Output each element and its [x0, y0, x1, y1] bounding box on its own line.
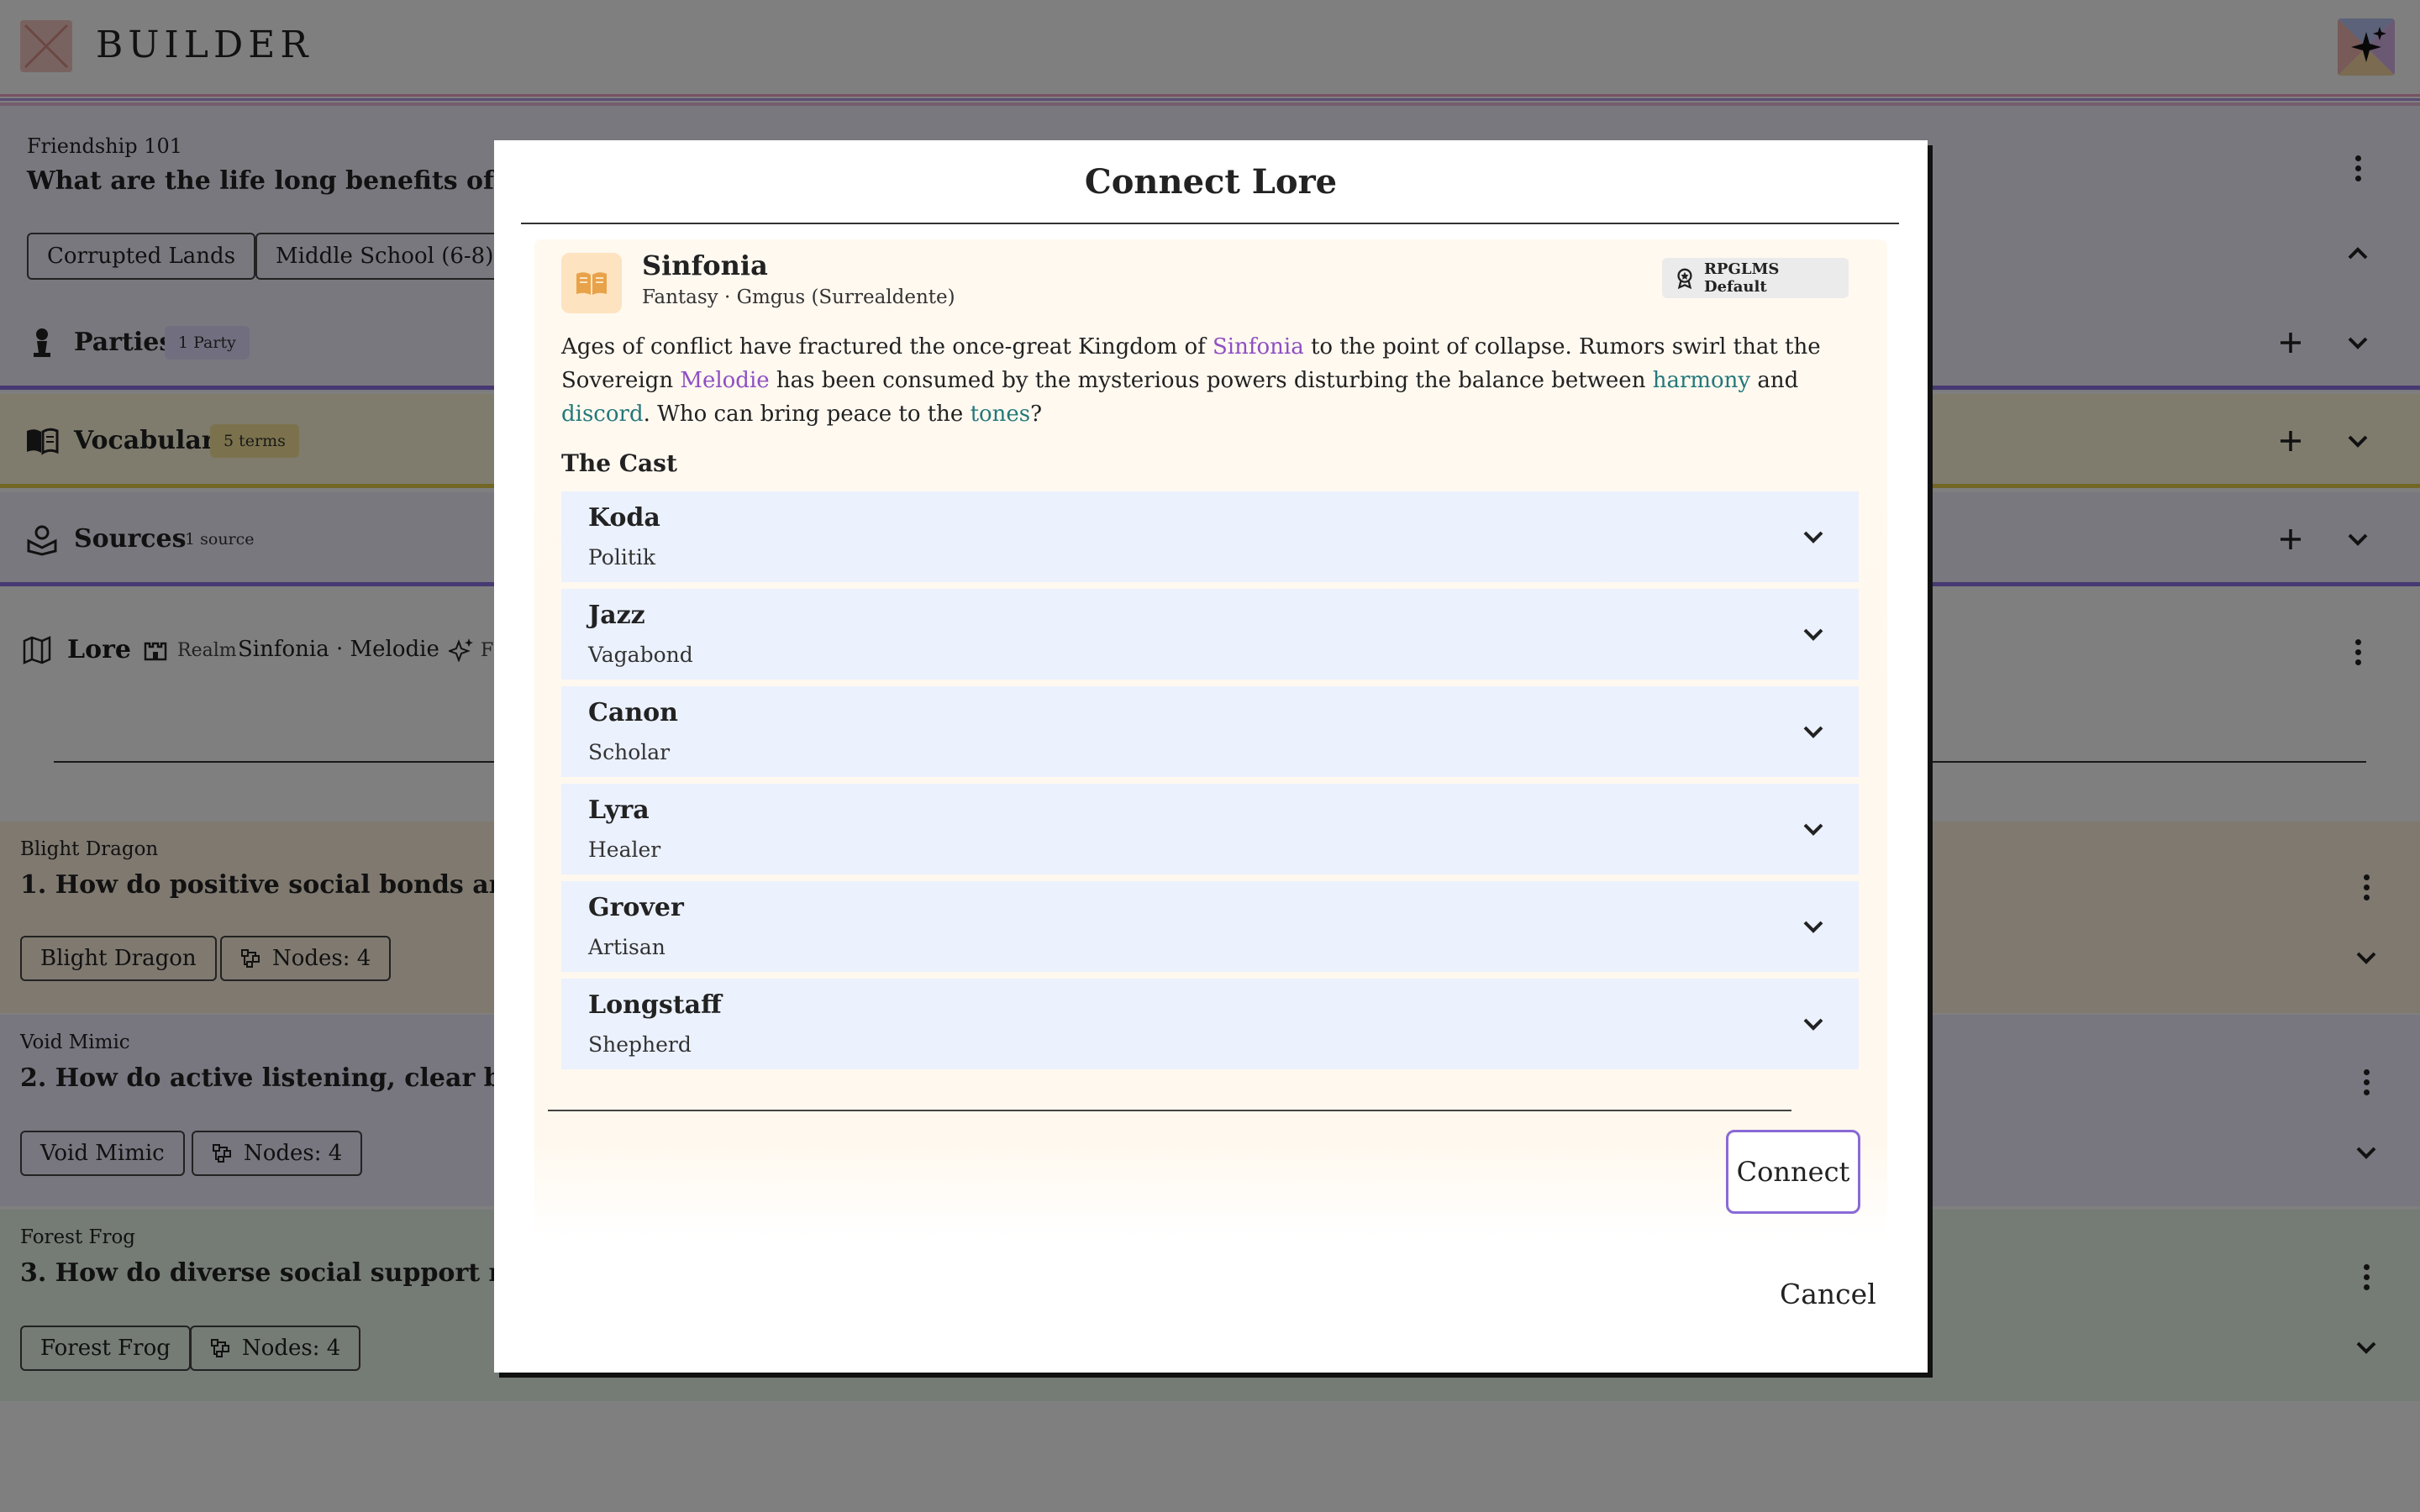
cast-member[interactable]: Jazz Vagabond [561, 589, 1859, 680]
dialog-title: Connect Lore [1084, 162, 1338, 202]
lore-book-icon [561, 253, 622, 313]
lore-meta: Fantasy · Gmgus (Surrealdente) [642, 286, 955, 308]
cast-member[interactable]: Longstaff Shepherd [561, 979, 1859, 1069]
connect-button[interactable]: Connect [1726, 1130, 1860, 1214]
connect-lore-dialog: Connect Lore Sinfonia Fantasy · Gmgus (S… [494, 140, 1928, 1373]
cast-member[interactable]: Lyra Healer [561, 784, 1859, 874]
default-badge: RPGLMS Default [1662, 258, 1849, 298]
award-icon [1677, 268, 1692, 290]
chevron-down-icon[interactable] [1797, 715, 1830, 748]
cast-member[interactable]: Canon Scholar [561, 686, 1859, 777]
lore-card: Sinfonia Fantasy · Gmgus (Surrealdente) … [534, 239, 1887, 1239]
lore-link-melodie[interactable]: Melodie [680, 368, 769, 393]
cast-name: Jazz [588, 601, 645, 630]
chevron-down-icon[interactable] [1797, 1007, 1830, 1041]
default-badge-label: RPGLMS Default [1703, 260, 1780, 296]
chevron-down-icon[interactable] [1797, 617, 1830, 651]
cast-member[interactable]: Koda Politik [561, 491, 1859, 582]
cast-name: Canon [588, 698, 678, 727]
cast-heading: The Cast [561, 449, 677, 477]
lore-link-tones[interactable]: tones [971, 402, 1031, 427]
lore-description: Ages of conflict have fractured the once… [561, 334, 1821, 427]
cast-member[interactable]: Grover Artisan [561, 881, 1859, 972]
lore-link-harmony[interactable]: harmony [1653, 368, 1750, 393]
cancel-button[interactable]: Cancel [1780, 1278, 1876, 1310]
cast-name: Longstaff [588, 990, 722, 1020]
cast-name: Lyra [588, 795, 650, 825]
cast-name: Koda [588, 503, 660, 533]
lore-link-discord[interactable]: discord [561, 402, 644, 427]
chevron-down-icon[interactable] [1797, 812, 1830, 846]
cast-name: Grover [588, 893, 684, 922]
cast-role: Scholar [588, 740, 671, 764]
chevron-down-icon[interactable] [1797, 520, 1830, 554]
lore-link-sinfonia[interactable]: Sinfonia [1213, 334, 1304, 360]
card-divider [548, 1110, 1791, 1111]
cast-role: Healer [588, 837, 661, 862]
chevron-down-icon[interactable] [1797, 910, 1830, 943]
cast-role: Vagabond [588, 643, 693, 667]
dialog-divider [521, 223, 1899, 224]
cast-list: Koda Politik Jazz Vagabond Canon Scholar Ly… [561, 491, 1859, 1076]
cast-role: Artisan [588, 935, 666, 959]
cast-role: Shepherd [588, 1032, 692, 1057]
cast-role: Politik [588, 545, 656, 570]
lore-name: Sinfonia [642, 249, 768, 281]
